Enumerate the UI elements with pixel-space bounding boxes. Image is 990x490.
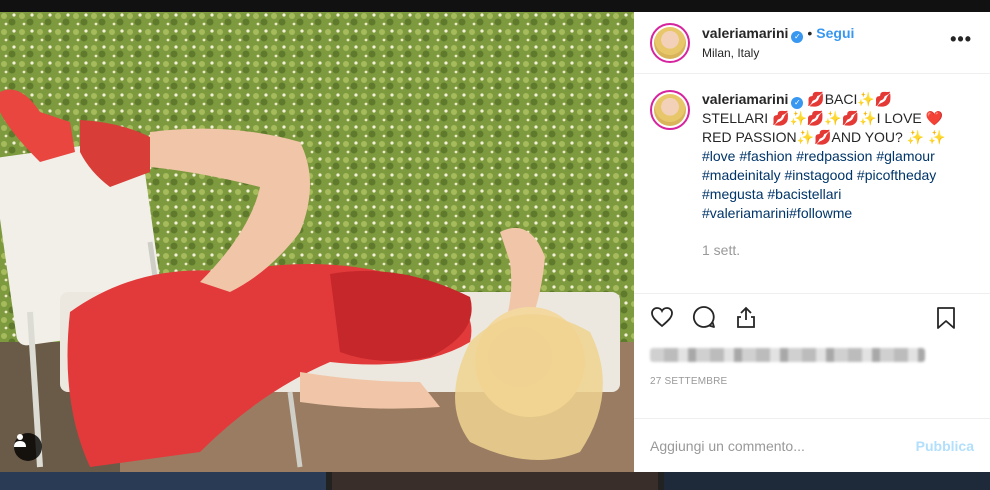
photo-illustration bbox=[0, 12, 634, 472]
instagram-post-modal: valeriamarini ✓ • Segui Milan, Italy ••• va… bbox=[0, 0, 990, 490]
location-link[interactable]: Milan, Italy bbox=[702, 46, 854, 60]
comment-bar: Pubblica bbox=[634, 418, 990, 472]
post-side-panel: valeriamarini ✓ • Segui Milan, Italy ••• va… bbox=[634, 12, 990, 472]
hashtag[interactable]: #megusta bbox=[702, 186, 763, 202]
separator-dot: • bbox=[807, 25, 813, 41]
hashtag[interactable]: #valeriamarini#followme bbox=[702, 205, 852, 221]
post-date: 27 SETTEMBRE bbox=[650, 376, 728, 387]
person-icon bbox=[14, 434, 26, 447]
post-photo[interactable] bbox=[0, 12, 634, 472]
hashtag[interactable]: #picoftheday bbox=[857, 167, 936, 183]
header-text: valeriamarini ✓ • Segui Milan, Italy bbox=[702, 25, 854, 60]
share-icon[interactable] bbox=[732, 303, 760, 331]
avatar-image bbox=[654, 26, 686, 59]
hashtag[interactable]: #love bbox=[702, 148, 735, 164]
action-bar bbox=[634, 294, 990, 340]
more-options-icon[interactable]: ••• bbox=[950, 30, 972, 48]
thumbnail[interactable] bbox=[0, 472, 326, 490]
follow-button[interactable]: Segui bbox=[816, 25, 854, 41]
hashtags: #love #fashion #redpassion #glamour #mad… bbox=[702, 147, 957, 223]
hashtag[interactable]: #glamour bbox=[876, 148, 934, 164]
background-thumbnails bbox=[0, 472, 990, 490]
caption-username[interactable]: valeriamarini bbox=[702, 91, 788, 107]
avatar[interactable] bbox=[650, 22, 690, 63]
thumbnail[interactable] bbox=[332, 472, 658, 490]
blurred-likes bbox=[650, 348, 925, 362]
top-strip bbox=[0, 0, 990, 12]
hashtag[interactable]: #fashion bbox=[739, 148, 792, 164]
caption-body: valeriamarini ✓ 💋BACI✨💋STELLARI 💋✨💋✨💋✨I L… bbox=[702, 90, 957, 293]
comment-icon[interactable] bbox=[690, 303, 718, 331]
post-header: valeriamarini ✓ • Segui Milan, Italy ••• bbox=[634, 12, 990, 74]
caption-avatar-image bbox=[654, 94, 686, 126]
bookmark-icon[interactable] bbox=[932, 304, 960, 332]
hashtag[interactable]: #instagood bbox=[785, 167, 854, 183]
tagged-users-button[interactable] bbox=[14, 433, 42, 461]
more-options-glyph: ••• bbox=[950, 29, 972, 49]
caption-area: valeriamarini ✓ 💋BACI✨💋STELLARI 💋✨💋✨💋✨I L… bbox=[634, 74, 990, 294]
verified-badge-icon: ✓ bbox=[791, 31, 804, 43]
thumbnail[interactable] bbox=[664, 472, 990, 490]
hashtag[interactable]: #madeinitaly bbox=[702, 167, 781, 183]
caption-verified-icon: ✓ bbox=[791, 97, 804, 109]
hashtag[interactable]: #redpassion bbox=[796, 148, 872, 164]
username-link[interactable]: valeriamarini bbox=[702, 25, 788, 41]
hashtag[interactable]: #bacistellari bbox=[767, 186, 841, 202]
publish-button[interactable]: Pubblica bbox=[916, 438, 974, 454]
caption-timestamp[interactable]: 1 sett. bbox=[702, 241, 957, 260]
heart-icon[interactable] bbox=[648, 303, 676, 331]
likes-row bbox=[634, 340, 990, 370]
comment-input[interactable] bbox=[650, 437, 916, 454]
caption-avatar[interactable] bbox=[650, 90, 690, 130]
